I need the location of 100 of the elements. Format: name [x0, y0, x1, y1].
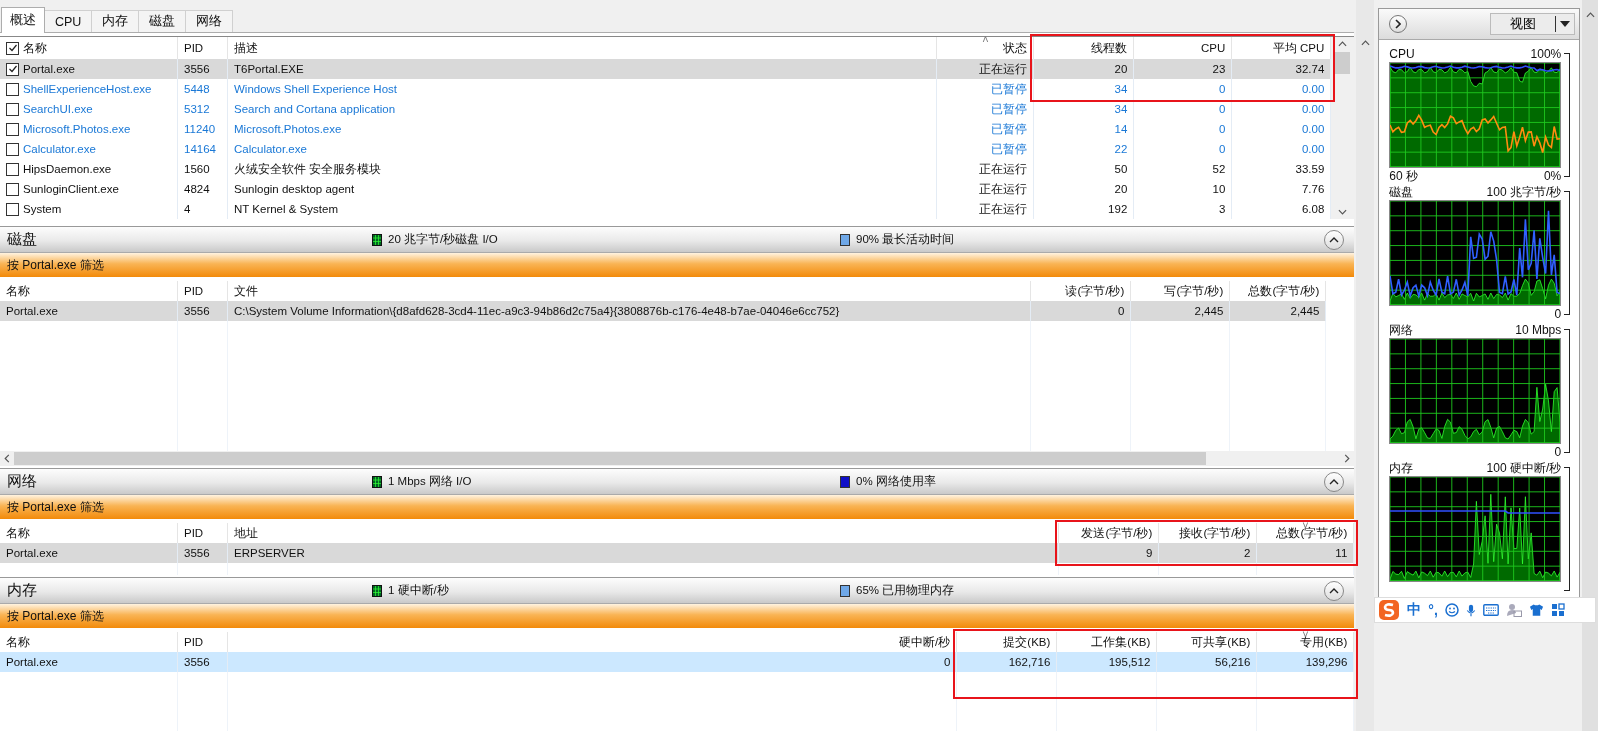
column-header[interactable]: 可共享(KB) — [1191, 634, 1251, 650]
table-cell: 52 — [1212, 163, 1226, 175]
table-cell: 正在运行 — [979, 161, 1028, 177]
tab[interactable]: 磁盘 — [138, 10, 187, 32]
checkbox[interactable] — [6, 82, 19, 96]
scrollbar[interactable] — [0, 451, 1355, 466]
table-cell: Microsoft.Photos.exe — [23, 123, 131, 135]
table-cell: Microsoft.Photos.exe — [234, 123, 342, 135]
scroll-thumb[interactable] — [14, 452, 1206, 465]
table-cell: 3556 — [184, 656, 210, 668]
table-row[interactable]: System 4 NT Kernel & System 正在运行 192 3 6.08 — [0, 199, 1332, 219]
table-row[interactable]: HipsDaemon.exe 1560 火绒安全软件 安全服务模块 正在运行 50 52 33.59 — [0, 159, 1332, 179]
chevron-icon — [1329, 236, 1340, 243]
table-cell: Search and Cortana application — [234, 103, 396, 115]
column-header[interactable]: 状态 — [1003, 40, 1028, 56]
table-cell: 3 — [1218, 203, 1226, 215]
table-row[interactable]: Portal.exe 3556 ERPSERVER 9 2 11 — [0, 543, 1355, 563]
shirt-icon[interactable] — [1528, 603, 1544, 617]
section-header[interactable]: 内存 1 硬中断/秒 65% 已用物理内存 — [0, 578, 1355, 604]
column-header[interactable]: 线程数 — [1091, 40, 1128, 56]
column-header[interactable]: 名称 — [23, 40, 47, 56]
column-header[interactable]: 提交(KB) — [1003, 634, 1051, 650]
section-header[interactable]: 网络 1 Mbps 网络 I/O 0% 网络使用率 — [0, 469, 1355, 495]
column-header[interactable]: PID — [184, 42, 204, 54]
column-header[interactable]: 总数(字节/秒) — [1248, 283, 1320, 299]
checkbox[interactable] — [6, 122, 19, 136]
ime-mode-label[interactable]: °, — [1428, 602, 1438, 618]
column-header[interactable]: 名称 — [6, 525, 30, 541]
column-header[interactable]: 发送(字节/秒) — [1081, 525, 1153, 541]
column-header[interactable]: PID — [184, 527, 204, 539]
scrollbar[interactable] — [1582, 0, 1598, 731]
grid-icon[interactable] — [1550, 603, 1565, 617]
column-header[interactable]: 读(字节/秒) — [1065, 283, 1125, 299]
table-row[interactable]: Portal.exe 3556 0 162,716 195,512 56,216 139,296 — [0, 652, 1355, 672]
user-card-icon[interactable] — [1505, 603, 1522, 617]
scroll-left-icon[interactable] — [4, 454, 10, 463]
table-row[interactable]: Microsoft.Photos.exe 11240 Microsoft.Photos.exe 已暂停 14 0 0.00 — [0, 119, 1332, 139]
column-header[interactable]: PID — [184, 285, 204, 297]
scroll-up-icon[interactable] — [1360, 40, 1370, 46]
section-header[interactable]: 磁盘 20 兆字节/秒磁盘 I/O 90% 最长活动时间 — [0, 227, 1355, 253]
table-cell: 火绒安全软件 安全服务模块 — [234, 161, 382, 177]
collapse-button[interactable] — [1324, 471, 1345, 492]
column-header[interactable]: 文件 — [234, 283, 258, 299]
table-cell: 5312 — [184, 103, 210, 115]
table-row[interactable]: Portal.exe 3556 T6Portal.EXE 正在运行 20 23 32.74 — [0, 59, 1332, 79]
activity-graph-icon — [372, 233, 382, 246]
scrollbar[interactable] — [1356, 0, 1375, 731]
table-row[interactable]: ShellExperienceHost.exe 5448 Windows Shell Experience Host 已暂停 34 0 0.00 — [0, 79, 1332, 99]
table-row[interactable]: Portal.exe 3556 C:\System Volume Information\{d8afd628-3cd4-11ec-a9c3-94b86d2c75a4}{3808876b-c176-4e48-b7ae-04046e6cc752} 0 2,445 2,445 — [0, 301, 1327, 321]
keyboard-icon[interactable] — [1482, 604, 1499, 616]
table-cell: 0.00 — [1301, 103, 1325, 115]
scroll-right-icon[interactable] — [1344, 454, 1351, 463]
graph-min-label: 0 — [1554, 307, 1562, 321]
table-cell: Portal.exe — [6, 547, 58, 559]
scroll-thumb[interactable] — [1335, 52, 1351, 74]
column-header[interactable]: 硬中断/秒 — [899, 634, 951, 650]
column-header[interactable]: 平均 CPU — [1272, 40, 1325, 56]
ime-mode-label[interactable]: 中 — [1407, 601, 1422, 619]
column-header[interactable]: PID — [184, 636, 204, 648]
table-cell: 0 — [1218, 83, 1226, 95]
checkbox[interactable] — [6, 41, 19, 55]
checkbox[interactable] — [6, 62, 19, 76]
tab[interactable]: 概述 — [1, 7, 45, 33]
view-button[interactable]: 视图 — [1490, 13, 1576, 35]
scroll-up-icon[interactable] — [1338, 41, 1348, 47]
table-row[interactable]: Calculator.exe 14164 Calculator.exe 已暂停 22 0 0.00 — [0, 139, 1332, 159]
table-row[interactable]: SunloginClient.exe 4824 Sunlogin desktop agent 正在运行 20 10 7.76 — [0, 179, 1332, 199]
graph-label: 网络 — [1389, 321, 1414, 339]
scroll-up-icon[interactable] — [1585, 12, 1595, 18]
graph-scale: 100% — [1530, 47, 1562, 61]
collapse-button[interactable] — [1324, 229, 1345, 250]
column-header[interactable]: CPU — [1201, 42, 1226, 54]
checkbox[interactable] — [6, 142, 19, 156]
table-row[interactable]: SearchUI.exe 5312 Search and Cortana application 已暂停 34 0 0.00 — [0, 99, 1332, 119]
column-header[interactable]: 名称 — [6, 283, 30, 299]
checkbox[interactable] — [6, 162, 19, 176]
collapse-button[interactable] — [1324, 580, 1345, 601]
microphone-icon[interactable] — [1465, 602, 1476, 618]
tab[interactable]: 网络 — [185, 10, 234, 32]
smiley-icon[interactable] — [1444, 603, 1459, 617]
tab[interactable]: 内存 — [91, 10, 140, 32]
checkbox[interactable] — [6, 202, 19, 216]
column-header[interactable]: 地址 — [234, 525, 258, 541]
table-cell: 56,216 — [1215, 656, 1251, 668]
table-cell: 32.74 — [1295, 63, 1325, 75]
column-header[interactable]: 接收(字节/秒) — [1179, 525, 1251, 541]
column-header[interactable]: 写(字节/秒) — [1164, 283, 1224, 299]
scroll-down-icon[interactable] — [1338, 209, 1348, 215]
graph-label: CPU — [1389, 47, 1415, 61]
checkbox[interactable] — [6, 182, 19, 196]
table-cell: Windows Shell Experience Host — [234, 83, 397, 95]
tab[interactable]: CPU — [44, 10, 93, 32]
column-header[interactable]: 工作集(KB) — [1091, 634, 1151, 650]
checkbox[interactable] — [6, 102, 19, 116]
column-header[interactable]: 描述 — [234, 40, 258, 56]
scrollbar[interactable] — [1331, 37, 1355, 219]
expand-button[interactable] — [1389, 15, 1408, 33]
column-header[interactable]: 名称 — [6, 634, 30, 650]
filter-label: 按 Portal.exe 筛选 — [7, 256, 104, 274]
graph-min-label: 0 — [1554, 445, 1562, 459]
